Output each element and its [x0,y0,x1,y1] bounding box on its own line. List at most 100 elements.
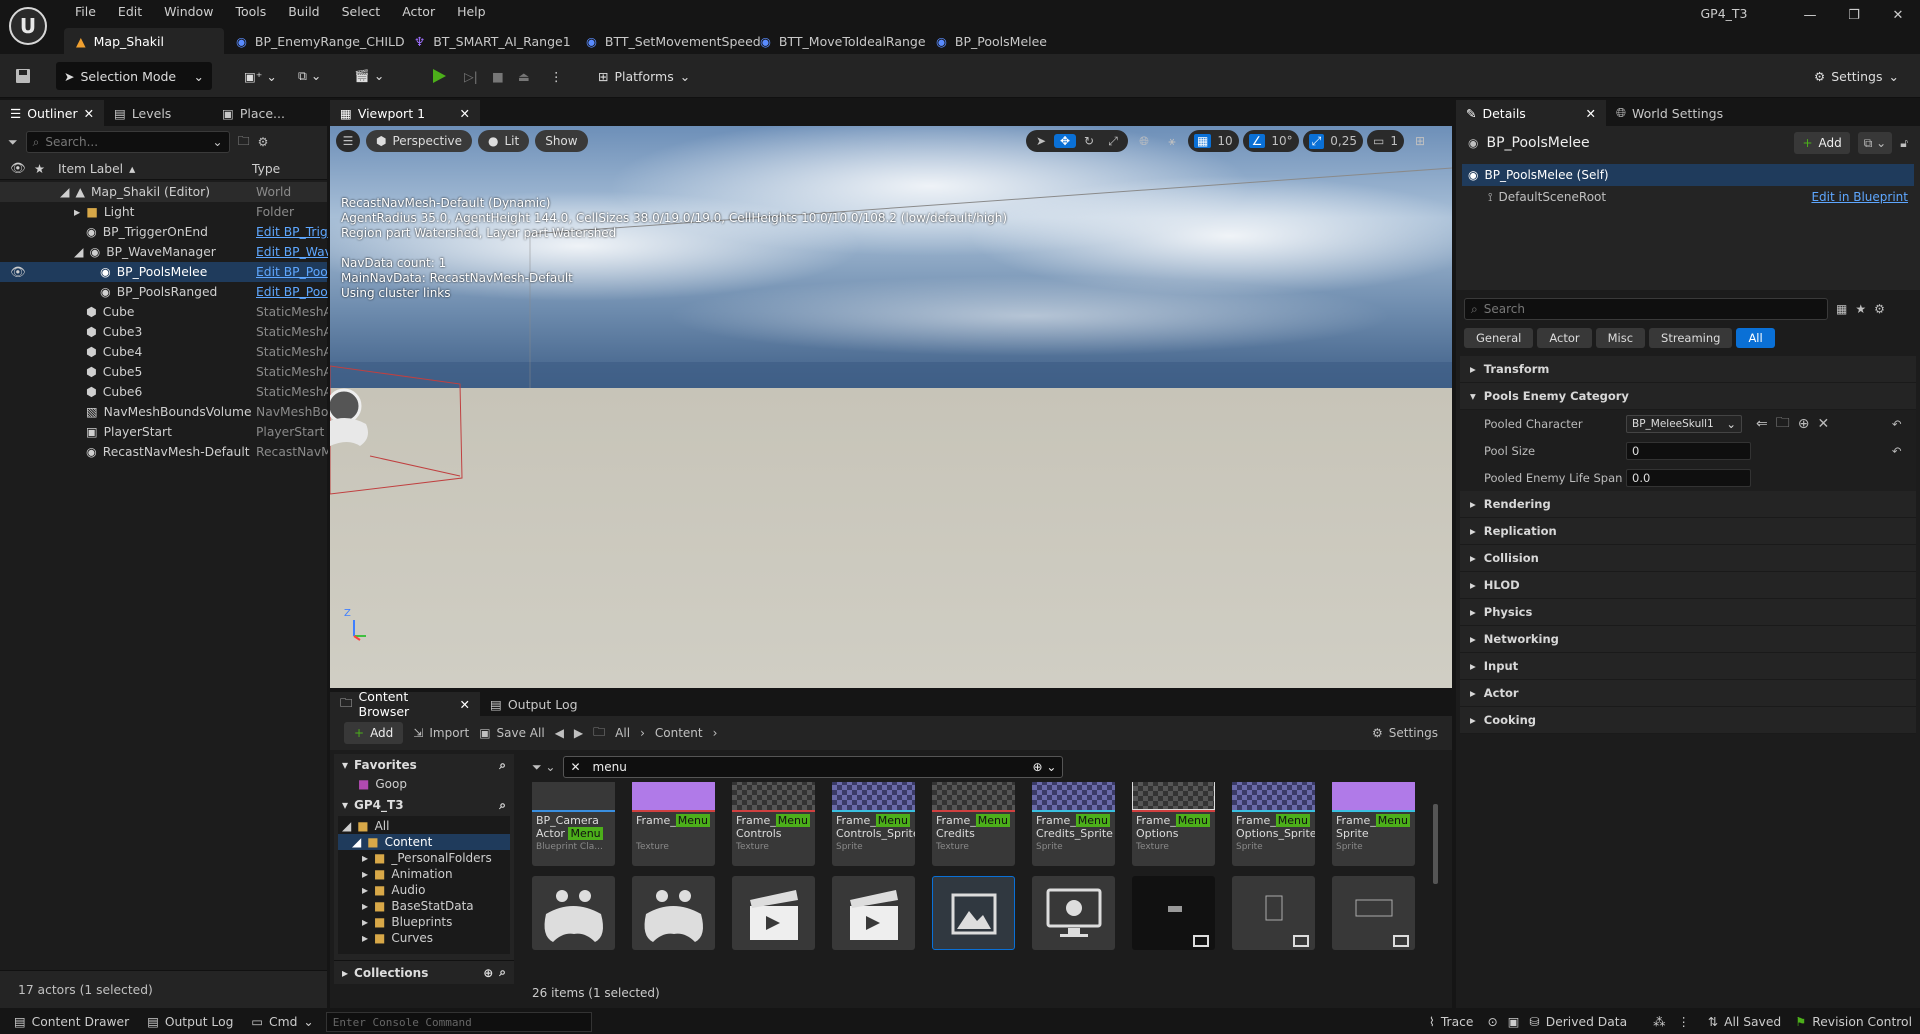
asset-tile-widget[interactable] [1132,876,1215,950]
section-physics[interactable]: ▸ Physics [1460,599,1916,626]
scale-snap-toggle[interactable]: ⤢ 0,25 [1302,130,1363,152]
doc-tab-poolsmelee[interactable]: ◉ BP_PoolsMelee [924,28,1064,54]
clear-icon[interactable]: ✕ [1817,416,1829,432]
tree-row[interactable]: ⬢ Cube3 StaticMeshA [0,322,328,342]
revision-control-button[interactable]: ⚑ Revision Control [1795,1015,1912,1029]
use-selected-icon[interactable]: ⇐ [1756,416,1768,432]
asset-tile[interactable]: Frame_ Menu Options Texture [1132,782,1215,866]
close-icon[interactable]: ✕ [460,697,470,712]
add-collection-icon[interactable]: ⊕ [483,966,493,980]
section-networking[interactable]: ▸ Networking [1460,626,1916,653]
save-all-button[interactable]: ▣ Save All [479,726,545,740]
tree-row-type[interactable]: Edit BP_Poo [256,285,328,299]
folder-row-selected[interactable]: ◢ ■ Content [338,834,510,850]
component-self-row[interactable]: ◉ BP_PoolsMelee (Self) [1462,164,1914,186]
collapse-arrow-icon[interactable]: ◢ [60,185,69,199]
search-icon[interactable]: ⌕ [499,758,506,773]
filter-icon[interactable]: ⏷ ⌄ [532,760,555,775]
close-icon[interactable]: ✕ [1876,0,1920,30]
folder-row[interactable]: ▸ ■ Animation [338,866,510,882]
section-transform[interactable]: ▸ Transform [1460,356,1916,383]
doc-tab-behavior-tree[interactable]: ♆ BT_SMART_AI_Range1 [402,28,574,54]
folder-row[interactable]: ▸ ■ _PersonalFolders [338,850,510,866]
life-span-input[interactable]: 0.0 [1626,468,1751,487]
tree-row[interactable]: ⬢ Cube StaticMeshA [0,302,328,322]
folder-row[interactable]: ▸ ■ Curves [338,930,510,946]
platforms-dropdown[interactable]: ⊞ Platforms ⌄ [598,62,690,90]
world-local-icon[interactable]: 🌐︎ [1132,134,1156,149]
asset-tile[interactable]: Frame_ Menu Sprite Sprite [1332,782,1415,866]
tree-row-type[interactable]: Edit BP_Poo [256,265,328,279]
maximize-icon[interactable]: ❐ [1832,0,1876,30]
section-hlod[interactable]: ▸ HLOD [1460,572,1916,599]
asset-tile-widget[interactable] [1232,876,1315,950]
filter-icon[interactable]: ⏷ [8,135,18,150]
close-icon[interactable]: ✕ [84,106,94,121]
pooled-character-dropdown[interactable]: BP_MeleeSkull1 ⌄ [1626,414,1742,433]
pool-size-input[interactable]: 0 [1626,441,1751,460]
cmd-dropdown[interactable]: ▭ Cmd ⌄ [251,1015,313,1029]
asset-tile[interactable]: Frame_ Menu Options_Sprite Sprite [1232,782,1315,866]
back-icon[interactable]: ◀ [555,726,564,740]
folder-row[interactable]: ▸ ■ Blueprints [338,914,510,930]
clear-search-icon[interactable]: ✕ [570,760,580,774]
tree-row[interactable]: ▸ ■ Light Folder [0,202,327,222]
filter-general[interactable]: General [1464,328,1534,348]
grid-snap-toggle[interactable]: ▦ 10 [1188,130,1239,152]
select-tool-icon[interactable]: ➤ [1030,134,1052,148]
tree-row[interactable]: ⬢ Cube4 StaticMeshA [0,342,328,362]
tab-place[interactable]: ▣ Place... [212,100,320,126]
doc-tab-enemyrange[interactable]: ◉ BP_EnemyRange_CHILD [224,28,405,54]
section-actor[interactable]: ▸ Actor [1460,680,1916,707]
add-actor-button[interactable]: ▣⁺ ⌄ [244,62,277,90]
asset-tile[interactable]: Frame_ Menu Controls Texture [732,782,815,866]
rotation-snap-toggle[interactable]: ∠ 10° [1242,130,1299,152]
eye-icon[interactable]: 👁︎ [10,265,26,280]
tab-outliner[interactable]: ☰ Outliner ✕ [0,100,104,126]
menu-file[interactable]: File [64,0,107,24]
tree-row-selected[interactable]: 👁︎ ◉ BP_PoolsMelee Edit BP_Poo [0,262,328,282]
import-button[interactable]: ⇲ Import [413,726,469,740]
play-button[interactable] [430,62,448,90]
selection-mode-dropdown[interactable]: ➤ Selection Mode ⌄ [56,62,212,90]
add-folder-icon[interactable]: 🗀︎ [238,132,250,153]
doc-tab-movetoidealrange[interactable]: ◉ BTT_MoveToIdealRange [748,28,926,54]
project-header[interactable]: ▾ GP4_T3 ⌕ [334,794,514,816]
play-options-button[interactable]: ⋮ [550,62,563,90]
doc-tab-map[interactable]: ▲ Map_Shakil [64,28,224,54]
menu-window[interactable]: Window [153,0,224,24]
camera-speed-button[interactable]: ▭ 1 [1367,130,1404,152]
section-replication[interactable]: ▸ Replication [1460,518,1916,545]
rotate-tool-icon[interactable]: ↻ [1078,134,1100,148]
content-drawer-button[interactable]: ▤ Content Drawer [8,1015,135,1029]
menu-help[interactable]: Help [446,0,497,24]
section-input[interactable]: ▸ Input [1460,653,1916,680]
show-button[interactable]: Show [535,130,588,152]
section-cooking[interactable]: ▸ Cooking [1460,707,1916,734]
tab-world-settings[interactable]: 🌐︎ World Settings [1606,100,1756,126]
tab-viewport[interactable]: ▦ Viewport 1 ✕ [330,100,480,126]
trace-button[interactable]: ⌇ Trace [1429,1015,1474,1029]
perspective-button[interactable]: ⬢ Perspective [366,130,472,152]
asset-tile-level-sequence[interactable] [832,876,915,950]
tree-row-type[interactable]: Edit BP_Wav [256,245,328,259]
asset-tile-monitor[interactable] [1032,876,1115,950]
gear-icon[interactable]: ⚙ [1874,302,1885,316]
stop-button[interactable]: ■ [492,62,504,90]
filter-streaming[interactable]: Streaming [1649,328,1733,348]
save-icon[interactable] [14,62,32,90]
move-tool-icon[interactable]: ✥ [1054,134,1076,148]
search-icon[interactable]: ⌕ [499,965,506,980]
forward-icon[interactable]: ▶ [574,726,583,740]
asset-tile-gamepad[interactable] [632,876,715,950]
asset-tile[interactable]: Frame_ Menu Texture [632,782,715,866]
add-component-button[interactable]: + Add [1794,132,1850,154]
collapse-arrow-icon[interactable]: ◢ [74,245,83,259]
asset-tile[interactable]: Frame_ Menu Credits_Sprite Sprite [1032,782,1115,866]
section-collision[interactable]: ▸ Collision [1460,545,1916,572]
details-search-input[interactable]: ⌕ Search [1464,298,1828,320]
add-icon[interactable]: ⊕ [1798,416,1810,432]
blueprint-menu-button[interactable]: ⧉ ⌄ [298,62,321,90]
tree-row[interactable]: ▣ PlayerStart PlayerStart [0,422,327,442]
eject-button[interactable]: ⏏ [518,62,530,90]
